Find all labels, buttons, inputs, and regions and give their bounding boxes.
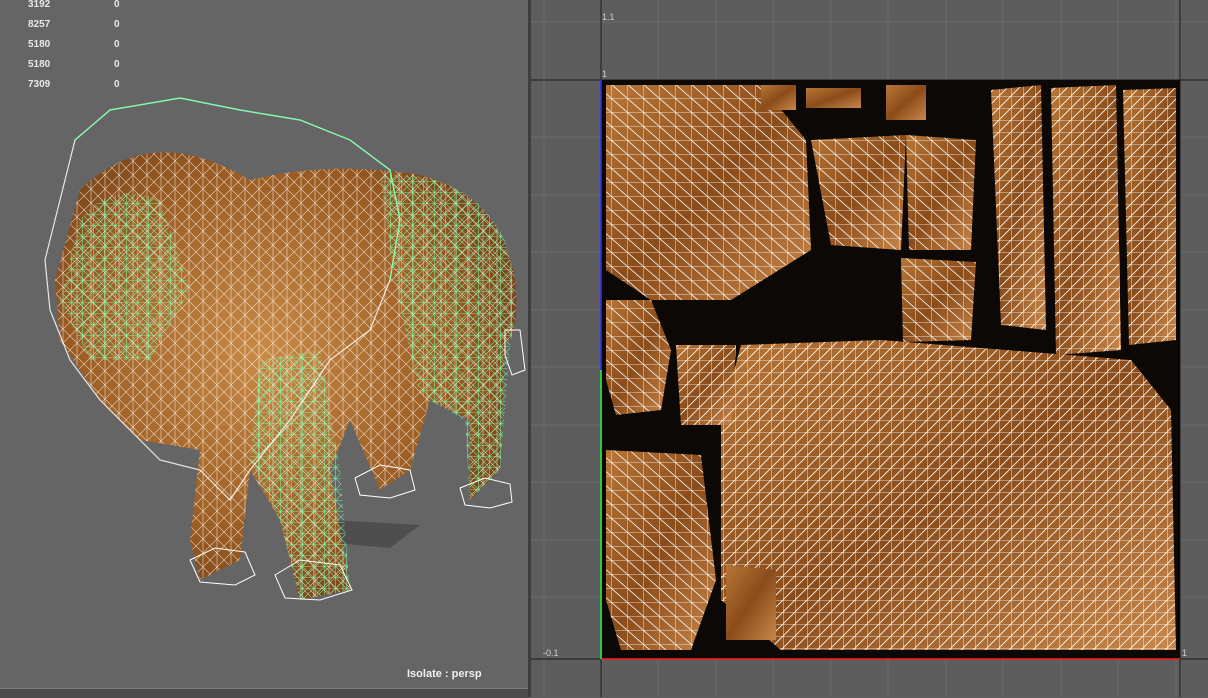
uv-islands	[606, 85, 1176, 650]
uv-tick-1-top: 1	[602, 69, 608, 79]
lion-model[interactable]	[0, 0, 528, 688]
uv-tick-neg-0-1: -0.1	[543, 648, 559, 658]
uv-tick-1-1: 1.1	[602, 12, 615, 22]
lion-body[interactable]	[44, 97, 526, 601]
perspective-viewport[interactable]: 3192 0 8257 0 5180 0 5180 0 7309 0 Isola…	[0, 0, 528, 688]
uv-editor-panel[interactable]: 1.1 1 -0.1 1	[531, 0, 1208, 697]
isolate-label: Isolate : persp	[407, 668, 482, 680]
uv-grid	[531, 0, 1208, 697]
uv-island-small-1	[761, 85, 796, 110]
uv-tick-1-right: 1	[1182, 648, 1188, 658]
